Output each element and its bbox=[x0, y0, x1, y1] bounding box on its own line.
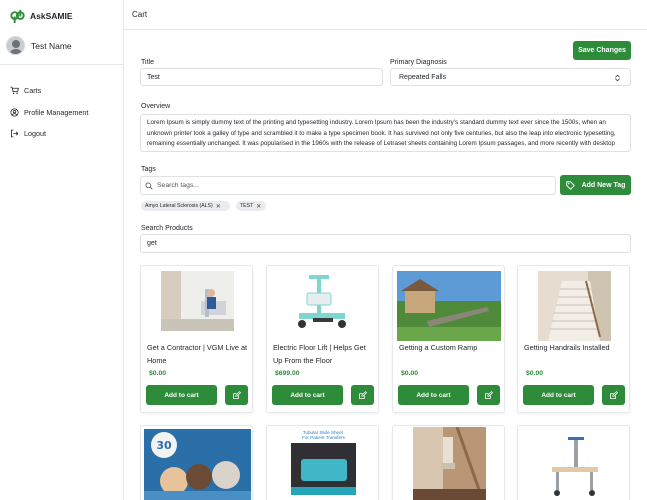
search-products-label: Search Products bbox=[141, 225, 193, 232]
product-card[interactable]: Getting a Custom Ramp $0.00 Add to cart bbox=[392, 265, 505, 413]
remove-tag-icon[interactable]: ✕ bbox=[216, 203, 221, 210]
tag-chip-label: TEST bbox=[240, 203, 254, 209]
product-card[interactable] bbox=[392, 425, 505, 500]
tags-label: Tags bbox=[141, 166, 156, 173]
primary-diagnosis-value: Repeated Falls bbox=[399, 73, 447, 81]
sidebar-item-label: Profile Management bbox=[24, 107, 89, 117]
product-image bbox=[413, 427, 486, 500]
primary-diagnosis-select[interactable]: Repeated Falls bbox=[390, 68, 631, 86]
product-card[interactable]: Getting Handrails Installed $0.00 Add to… bbox=[517, 265, 630, 413]
add-to-cart-button[interactable]: Add to cart bbox=[523, 385, 594, 405]
tag-chip: TEST ✕ bbox=[236, 201, 266, 211]
save-changes-button[interactable]: Save Changes bbox=[573, 41, 631, 60]
product-card[interactable]: Tubular Slide Sheet For Patient Transfer… bbox=[266, 425, 379, 500]
user-profile[interactable]: Test Name bbox=[6, 36, 72, 55]
product-price: $0.00 bbox=[401, 370, 419, 377]
edit-product-button[interactable] bbox=[477, 385, 500, 405]
product-image: Tubular Slide Sheet For Patient Transfer… bbox=[287, 427, 360, 500]
overview-textarea[interactable]: Lorem Ipsum is simply dummy text of the … bbox=[140, 114, 631, 152]
add-to-cart-button[interactable]: Add to cart bbox=[146, 385, 217, 405]
brand[interactable]: AskSAMIE bbox=[10, 8, 73, 24]
edit-icon bbox=[233, 390, 241, 399]
product-card[interactable]: Get a Contractor | VGM Live at Home $0.0… bbox=[140, 265, 253, 413]
sidebar-nav: Carts Profile Management Logout bbox=[10, 80, 88, 145]
title-label: Title bbox=[141, 59, 154, 66]
chevron-up-down-icon bbox=[615, 74, 620, 82]
product-image bbox=[538, 271, 611, 341]
asksamie-logo-icon bbox=[10, 9, 25, 23]
tags-search-input[interactable]: Search tags... bbox=[140, 176, 556, 195]
add-new-tag-label: Add New Tag bbox=[581, 181, 626, 189]
title-input[interactable]: Test bbox=[140, 68, 383, 86]
edit-product-button[interactable] bbox=[602, 385, 625, 405]
anniversary-badge-text: 30 bbox=[156, 439, 172, 452]
edit-icon bbox=[359, 390, 367, 399]
sidebar-divider bbox=[0, 64, 124, 65]
product-title: Get a Contractor | VGM Live at Home bbox=[147, 343, 248, 365]
remove-tag-icon[interactable]: ✕ bbox=[256, 203, 261, 210]
product-card[interactable] bbox=[517, 425, 630, 500]
tag-icon bbox=[565, 180, 575, 190]
logout-icon bbox=[11, 129, 19, 138]
product-image bbox=[161, 271, 234, 331]
overview-label: Overview bbox=[141, 103, 171, 110]
product-title: Getting a Custom Ramp bbox=[399, 343, 478, 352]
product-image bbox=[397, 271, 501, 341]
add-to-cart-button[interactable]: Add to cart bbox=[272, 385, 343, 405]
product-price: $699.00 bbox=[275, 370, 300, 377]
slide-sheet-caption: Tubular Slide Sheet For Patient Transfer… bbox=[302, 430, 346, 440]
sidebar-item-profile-management[interactable]: Profile Management bbox=[10, 102, 88, 124]
product-image: 30 bbox=[144, 429, 251, 500]
search-icon bbox=[145, 182, 153, 190]
avatar bbox=[6, 36, 25, 55]
sidebar-item-logout[interactable]: Logout bbox=[10, 123, 88, 145]
sidebar-item-carts[interactable]: Carts bbox=[10, 80, 88, 102]
sidebar: AskSAMIE Test Name Carts Profile Managem… bbox=[0, 0, 124, 500]
product-price: $0.00 bbox=[526, 370, 544, 377]
user-name: Test Name bbox=[31, 40, 72, 51]
page-title: Cart bbox=[132, 10, 148, 19]
tag-chip-label: Amyo Lateral Sclerosis (ALS) bbox=[145, 203, 213, 209]
search-products-input[interactable]: get bbox=[140, 234, 631, 253]
tag-chip: Amyo Lateral Sclerosis (ALS) ✕ bbox=[141, 201, 230, 211]
product-image bbox=[287, 271, 360, 331]
cart-icon bbox=[10, 86, 19, 95]
user-circle-icon bbox=[10, 108, 19, 117]
product-title: Electric Floor Lift | Helps Get Up From … bbox=[273, 343, 366, 365]
add-new-tag-button[interactable]: Add New Tag bbox=[560, 175, 631, 195]
edit-product-button[interactable] bbox=[225, 385, 248, 405]
top-header: Cart bbox=[124, 0, 647, 30]
product-card[interactable]: Electric Floor Lift | Helps Get Up From … bbox=[266, 265, 379, 413]
add-to-cart-button[interactable]: Add to cart bbox=[398, 385, 469, 405]
tags-search-placeholder: Search tags... bbox=[157, 182, 199, 189]
brand-name: AskSAMIE bbox=[30, 11, 73, 21]
edit-product-button[interactable] bbox=[351, 385, 374, 405]
product-title: Getting Handrails Installed bbox=[524, 343, 610, 352]
product-image bbox=[538, 427, 611, 500]
edit-icon bbox=[485, 390, 493, 399]
edit-icon bbox=[610, 390, 618, 399]
sidebar-item-label: Carts bbox=[24, 86, 42, 96]
primary-diagnosis-label: Primary Diagnosis bbox=[390, 59, 447, 66]
sidebar-item-label: Logout bbox=[24, 129, 46, 139]
product-card[interactable]: 30 bbox=[140, 425, 253, 500]
product-price: $0.00 bbox=[149, 370, 167, 377]
